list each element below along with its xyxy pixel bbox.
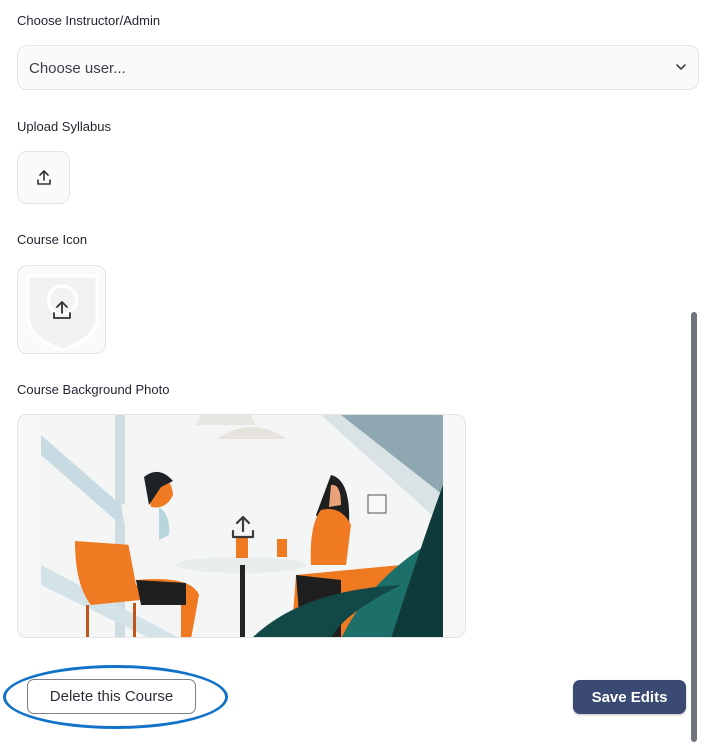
scrollbar-thumb[interactable] [691,312,697,742]
upload-icon [231,515,255,539]
upload-icon [53,301,71,319]
delete-course-button[interactable]: Delete this Course [27,679,196,714]
course-icon-upload[interactable] [17,265,106,354]
instructor-select-placeholder: Choose user... [29,60,126,77]
instructor-select[interactable]: Choose user... [17,45,699,90]
save-edits-button[interactable]: Save Edits [573,680,686,714]
upload-icon [37,170,51,185]
upload-syllabus-button[interactable] [17,151,70,204]
course-icon-label: Course Icon [17,232,88,247]
syllabus-label: Upload Syllabus [17,119,111,134]
background-photo-upload[interactable] [17,414,466,638]
instructor-label: Choose Instructor/Admin [17,13,161,28]
chevron-down-icon [676,64,686,70]
background-photo-label: Course Background Photo [17,382,170,397]
